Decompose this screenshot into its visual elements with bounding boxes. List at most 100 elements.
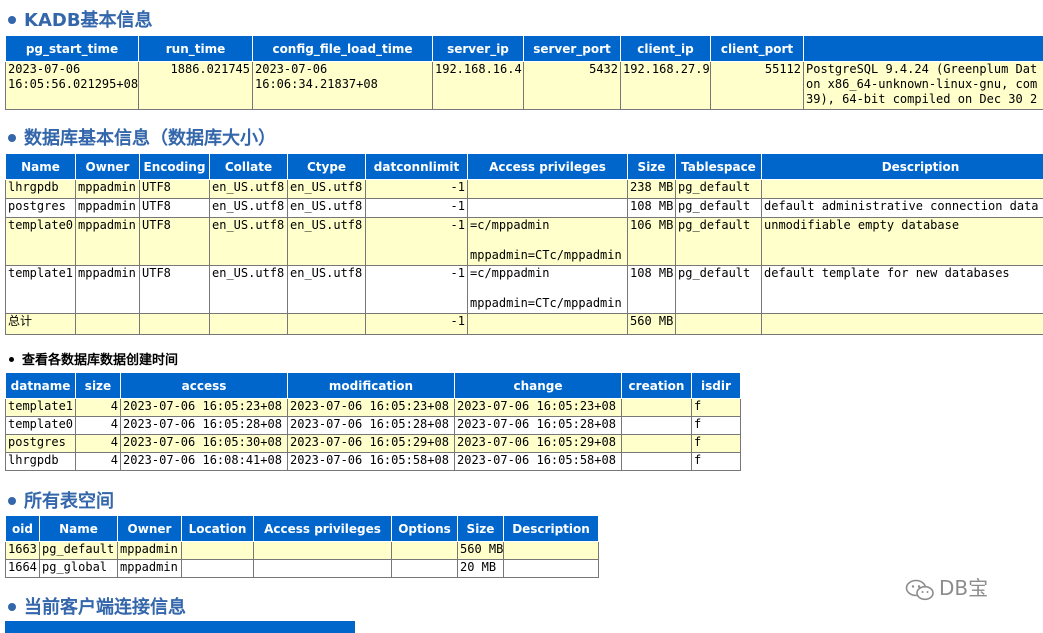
cell-modification: 2023-07-06 16:05:28+08	[288, 417, 455, 435]
col-header: Description	[762, 154, 1043, 180]
cell-version: PostgreSQL 9.4.24 (Greenplum Dat on x86_…	[804, 62, 1043, 110]
bullet-icon	[8, 134, 16, 142]
col-header: Owner	[76, 154, 140, 180]
section-title-kadb-text: KADB基本信息	[24, 10, 153, 31]
cell-owner	[76, 314, 140, 335]
cell-isdir: f	[692, 417, 741, 435]
col-header: Size	[458, 516, 504, 542]
table-row-total: 总计 -1 560 MB	[6, 314, 1043, 335]
cell-owner: mppadmin	[76, 266, 140, 314]
cell-location	[182, 560, 254, 578]
cell-name: postgres	[6, 199, 76, 218]
table-row: 1664 pg_global mppadmin 20 MB	[6, 560, 599, 578]
cell-collate	[210, 314, 288, 335]
client-table-header-strip	[5, 621, 355, 633]
section-title-creation: 查看各数据库数据创建时间	[6, 353, 178, 369]
cell-client-ip: 192.168.27.9	[621, 62, 711, 110]
table-row: template0 mppadmin UTF8 en_US.utf8 en_US…	[6, 218, 1043, 266]
cell-size: 4	[76, 417, 121, 435]
cell-size: 4	[76, 435, 121, 453]
bullet-icon	[8, 497, 16, 505]
cell-connlimit: -1	[366, 314, 468, 335]
cell-name: pg_global	[40, 560, 118, 578]
cell-connlimit: -1	[366, 218, 468, 266]
cell-description	[504, 542, 599, 560]
cell-tablespace: pg_default	[676, 218, 762, 266]
col-header: client_ip	[621, 36, 711, 62]
section-title-tablespace-text: 所有表空间	[24, 491, 114, 512]
col-header: Owner	[118, 516, 182, 542]
col-header: Options	[392, 516, 458, 542]
cell-change: 2023-07-06 16:05:29+08	[455, 435, 622, 453]
col-header: modification	[288, 373, 455, 399]
cell-access: 2023-07-06 16:05:23+08	[121, 399, 288, 417]
bullet-icon	[8, 603, 16, 611]
col-header: Name	[40, 516, 118, 542]
cell-oid: 1663	[6, 542, 40, 560]
cell-access: 2023-07-06 16:05:30+08	[121, 435, 288, 453]
col-header: size	[76, 373, 121, 399]
cell-modification: 2023-07-06 16:05:58+08	[288, 453, 455, 471]
table-header-row: oid Name Owner Location Access privilege…	[6, 516, 599, 542]
cell-size: 4	[76, 399, 121, 417]
cell-access: 2023-07-06 16:05:28+08	[121, 417, 288, 435]
cell-modification: 2023-07-06 16:05:23+08	[288, 399, 455, 417]
col-header: server_port	[524, 36, 621, 62]
col-header: run_time	[139, 36, 253, 62]
col-header: datname	[6, 373, 76, 399]
cell-change: 2023-07-06 16:05:28+08	[455, 417, 622, 435]
cell-options	[392, 542, 458, 560]
col-header: access	[121, 373, 288, 399]
col-header: Name	[6, 154, 76, 180]
col-header: Location	[182, 516, 254, 542]
table-row: template0 4 2023-07-06 16:05:28+08 2023-…	[6, 417, 741, 435]
cell-creation	[622, 453, 692, 471]
cell-config-load-time: 2023-07-06 16:06:34.21837+08	[253, 62, 433, 110]
cell-encoding	[140, 314, 210, 335]
cell-datname: template0	[6, 417, 76, 435]
cell-modification: 2023-07-06 16:05:29+08	[288, 435, 455, 453]
cell-owner: mppadmin	[76, 180, 140, 199]
kadb-info-table: pg_start_time run_time config_file_load_…	[5, 35, 1043, 110]
cell-encoding: UTF8	[140, 199, 210, 218]
cell-privileges	[468, 180, 628, 199]
cell-description: default administrative connection data	[762, 199, 1043, 218]
cell-run-time: 1886.021745	[139, 62, 253, 110]
section-title-tablespace: 所有表空间	[6, 491, 114, 513]
col-header: server_ip	[433, 36, 524, 62]
cell-name: pg_default	[40, 542, 118, 560]
cell-privileges	[254, 542, 392, 560]
col-header: change	[455, 373, 622, 399]
cell-description	[762, 314, 1043, 335]
cell-size: 4	[76, 453, 121, 471]
cell-tablespace	[676, 314, 762, 335]
cell-encoding: UTF8	[140, 266, 210, 314]
creation-time-table: datname size access modification change …	[5, 372, 741, 471]
watermark: DB宝	[905, 572, 988, 601]
cell-server-port: 5432	[524, 62, 621, 110]
cell-isdir: f	[692, 399, 741, 417]
cell-connlimit: -1	[366, 266, 468, 314]
cell-isdir: f	[692, 435, 741, 453]
col-header: Collate	[210, 154, 288, 180]
cell-size: 238 MB	[628, 180, 676, 199]
col-header: Tablespace	[676, 154, 762, 180]
col-header: Encoding	[140, 154, 210, 180]
cell-connlimit: -1	[366, 180, 468, 199]
section-title-creation-text: 查看各数据库数据创建时间	[22, 353, 178, 368]
cell-name: template1	[6, 266, 76, 314]
cell-change: 2023-07-06 16:05:58+08	[455, 453, 622, 471]
cell-creation	[622, 399, 692, 417]
cell-size: 20 MB	[458, 560, 504, 578]
cell-privileges	[254, 560, 392, 578]
table-row: template1 mppadmin UTF8 en_US.utf8 en_US…	[6, 266, 1043, 314]
col-header	[804, 36, 1043, 62]
cell-ctype: en_US.utf8	[288, 199, 366, 218]
cell-privileges: =c/mppadmin mppadmin=CTc/mppadmin	[468, 218, 628, 266]
cell-encoding: UTF8	[140, 180, 210, 199]
section-title-client: 当前客户端连接信息	[6, 597, 186, 619]
cell-tablespace: pg_default	[676, 180, 762, 199]
col-header: Size	[628, 154, 676, 180]
cell-encoding: UTF8	[140, 218, 210, 266]
table-row: lhrgpdb mppadmin UTF8 en_US.utf8 en_US.u…	[6, 180, 1043, 199]
